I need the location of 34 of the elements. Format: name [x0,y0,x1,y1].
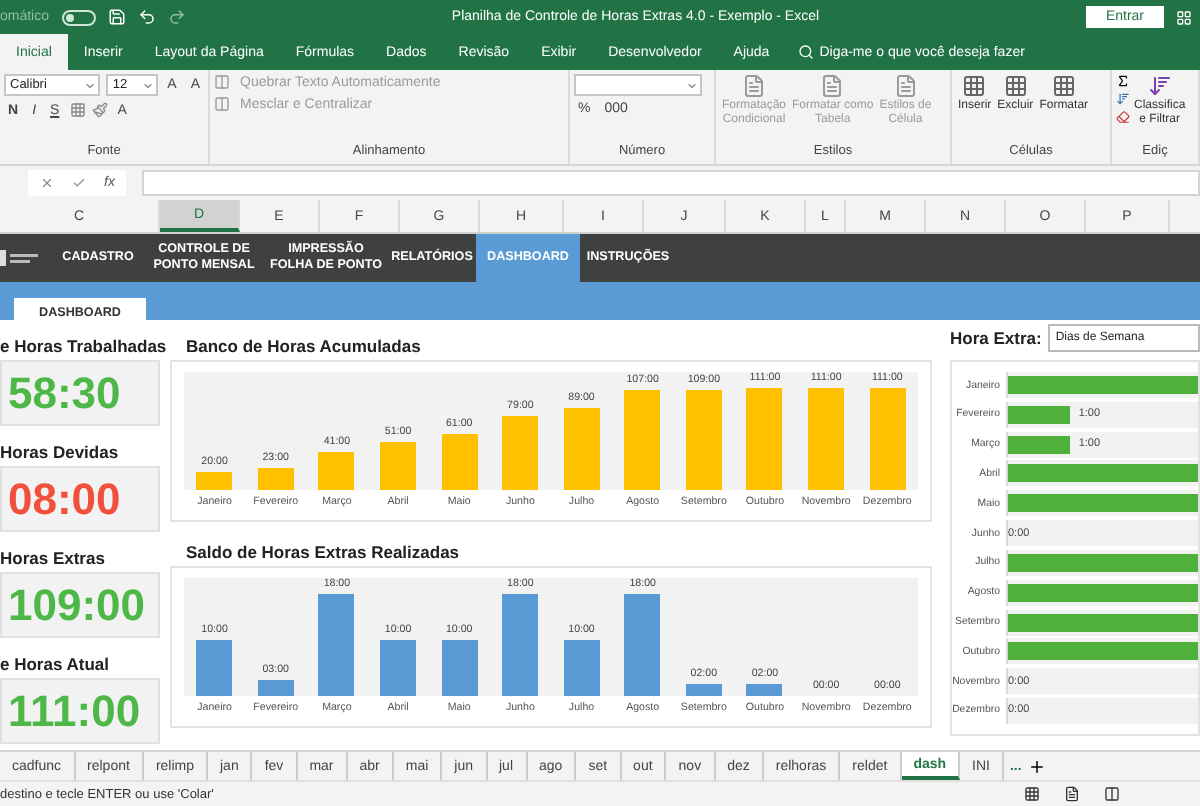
page-layout-icon[interactable] [1064,786,1080,802]
card-title: Horas Devidas [0,442,121,466]
eraser-icon[interactable] [1116,110,1130,124]
redo-icon[interactable] [167,8,186,26]
grid-icon [1051,74,1076,98]
formula-field[interactable] [142,170,1200,196]
card-value: 08:00 [0,466,160,532]
autosave-toggle[interactable] [61,9,96,25]
document-icon [893,74,918,98]
card-value: 111:00 [0,678,160,744]
document-icon [742,74,766,98]
card-value: 58:30 [0,360,160,426]
search-icon[interactable] [797,44,814,60]
card-title: e Horas Atual [0,654,111,678]
grid-icon [1003,74,1028,98]
chart-title: Banco de Horas Acumuladas [184,336,423,360]
add-sheet-icon[interactable] [1027,757,1046,775]
number-format-field[interactable] [574,74,702,96]
sort-icon [1147,74,1172,98]
grid-icon [962,74,987,98]
sum-icon[interactable] [1116,74,1130,88]
filter-label: Hora Extra: [950,328,1042,348]
card-value: 109:00 [0,572,160,638]
document-icon [820,74,845,98]
chart-title: Saldo de Horas Extras Realizadas [184,542,462,566]
enter-icon[interactable] [72,176,86,190]
undo-icon[interactable] [137,8,156,26]
card-title: Horas Extras [0,548,107,572]
save-icon[interactable] [107,8,126,26]
cancel-icon[interactable] [40,176,54,190]
normal-view-icon[interactable] [1024,786,1040,802]
logo-icon [0,250,40,266]
fill-color-icon[interactable] [91,102,108,118]
borders-icon[interactable] [69,102,86,118]
